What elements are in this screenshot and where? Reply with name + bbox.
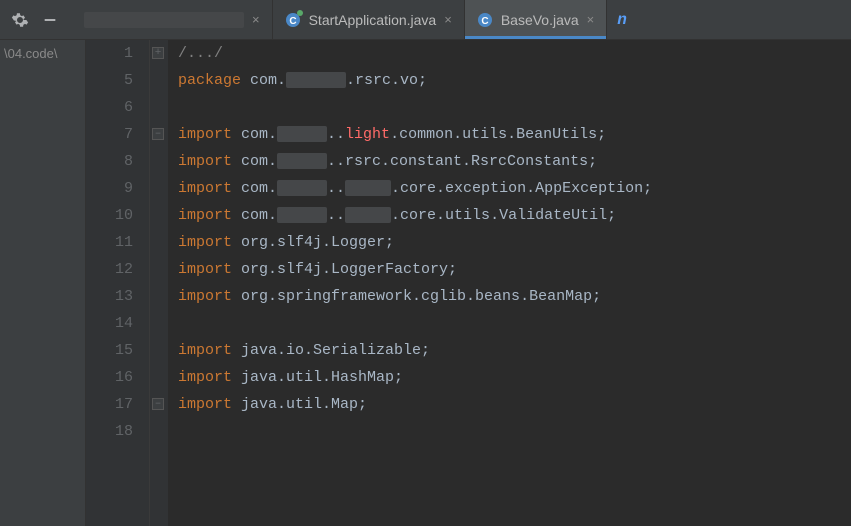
- fold-collapsed-icon[interactable]: +: [152, 47, 164, 59]
- tab-label: BaseVo.java: [501, 12, 579, 28]
- code-line[interactable]: import java.util.Map;: [178, 391, 851, 418]
- top-toolbar: × C StartApplication.java × C BaseVo.jav…: [0, 0, 851, 40]
- java-class-icon: C: [477, 12, 493, 28]
- code-line[interactable]: import com....core.utils.ValidateUtil;: [178, 202, 851, 229]
- editor-tabs: × C StartApplication.java × C BaseVo.jav…: [72, 0, 637, 39]
- line-number: 6: [86, 94, 133, 121]
- line-number: 11: [86, 229, 133, 256]
- close-icon[interactable]: ×: [444, 12, 452, 27]
- gear-icon[interactable]: [10, 10, 30, 30]
- line-number: 17: [86, 391, 133, 418]
- code-line[interactable]: import com...light.common.utils.BeanUtil…: [178, 121, 851, 148]
- close-icon[interactable]: ×: [587, 12, 595, 27]
- code-line[interactable]: import org.slf4j.LoggerFactory;: [178, 256, 851, 283]
- line-number: 10: [86, 202, 133, 229]
- line-number: 9: [86, 175, 133, 202]
- line-number: 7: [86, 121, 133, 148]
- svg-text:C: C: [289, 16, 296, 27]
- code-line[interactable]: [178, 310, 851, 337]
- line-number: 14: [86, 310, 133, 337]
- code-line[interactable]: import java.io.Serializable;: [178, 337, 851, 364]
- line-number-gutter: 156789101112131415161718: [86, 40, 150, 526]
- side-panel-path: \04.code\: [4, 46, 58, 61]
- tab-base-vo[interactable]: C BaseVo.java ×: [465, 0, 607, 39]
- line-number: 15: [86, 337, 133, 364]
- code-editor[interactable]: 156789101112131415161718 +–– /.../packag…: [86, 40, 851, 526]
- code-line[interactable]: import com....core.exception.AppExceptio…: [178, 175, 851, 202]
- line-number: 1: [86, 40, 133, 67]
- code-line[interactable]: [178, 94, 851, 121]
- line-number: 5: [86, 67, 133, 94]
- fold-expanded-icon[interactable]: –: [152, 398, 164, 410]
- project-side-panel[interactable]: \04.code\: [0, 40, 86, 526]
- line-number: 16: [86, 364, 133, 391]
- code-line[interactable]: import org.springframework.cglib.beans.B…: [178, 283, 851, 310]
- fold-expanded-icon[interactable]: –: [152, 128, 164, 140]
- tab-label: StartApplication.java: [309, 12, 437, 28]
- minimize-icon[interactable]: [40, 10, 60, 30]
- toolbar-left-group: [0, 10, 60, 30]
- redacted-tab-label: [84, 12, 244, 28]
- java-class-run-icon: C: [285, 12, 301, 28]
- line-number: 12: [86, 256, 133, 283]
- code-line[interactable]: [178, 418, 851, 445]
- code-line[interactable]: /.../: [178, 40, 851, 67]
- code-area[interactable]: /.../package com..rsrc.vo; import com...…: [168, 40, 851, 526]
- code-line[interactable]: import java.util.HashMap;: [178, 364, 851, 391]
- code-line[interactable]: import com...rsrc.constant.RsrcConstants…: [178, 148, 851, 175]
- code-line[interactable]: package com..rsrc.vo;: [178, 67, 851, 94]
- tab-start-application[interactable]: C StartApplication.java ×: [273, 0, 465, 39]
- main-area: \04.code\ 156789101112131415161718 +–– /…: [0, 40, 851, 526]
- line-number: 13: [86, 283, 133, 310]
- fold-gutter: + – –: [150, 40, 168, 526]
- close-icon[interactable]: ×: [252, 12, 260, 27]
- line-number: 8: [86, 148, 133, 175]
- overflow-tabs-hint[interactable]: n: [607, 0, 637, 39]
- svg-text:C: C: [481, 16, 488, 27]
- line-number: 18: [86, 418, 133, 445]
- code-line[interactable]: import org.slf4j.Logger;: [178, 229, 851, 256]
- tab-hidden[interactable]: ×: [72, 0, 273, 39]
